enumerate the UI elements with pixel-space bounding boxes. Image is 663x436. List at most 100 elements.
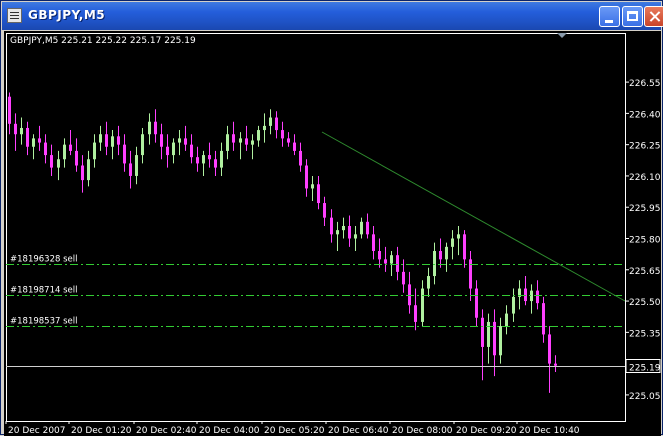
maximize-button[interactable] xyxy=(622,6,643,27)
candle-body xyxy=(160,134,163,147)
candle-body xyxy=(196,157,199,164)
candle-body xyxy=(257,130,260,141)
candle-body xyxy=(38,138,41,143)
candle-body xyxy=(50,155,53,168)
candle-body xyxy=(311,184,314,189)
candle-body xyxy=(451,238,454,247)
candle-body xyxy=(536,290,539,304)
candle-body xyxy=(275,117,278,131)
candle-body xyxy=(232,134,235,143)
window-title: GBPJPY,M5 xyxy=(28,8,106,22)
candle-body xyxy=(433,251,436,277)
chart-window-icon[interactable] xyxy=(7,8,22,23)
candle-body xyxy=(111,136,114,147)
candle-body xyxy=(336,230,339,235)
candle-body xyxy=(287,138,290,143)
candle-body xyxy=(63,144,66,160)
y-tick-label: 226.40 xyxy=(629,110,661,120)
close-button[interactable] xyxy=(644,6,663,27)
candle-body xyxy=(342,225,345,231)
candle-body xyxy=(512,296,515,314)
candle-body xyxy=(475,288,478,318)
order-label: #18198714 sell xyxy=(10,286,77,296)
candle-body xyxy=(57,159,60,168)
candle-body xyxy=(220,150,223,168)
candle-body xyxy=(105,134,108,147)
candle-body xyxy=(245,138,248,145)
candle-body xyxy=(505,313,508,327)
candle-body xyxy=(263,125,266,131)
candle-body xyxy=(202,155,205,164)
candle-body xyxy=(554,363,557,366)
candle-body xyxy=(366,221,369,235)
candle-body xyxy=(439,251,442,260)
candle-body xyxy=(135,155,138,176)
candle-body xyxy=(524,288,527,302)
chart-frame xyxy=(6,33,626,422)
candle-body xyxy=(299,150,302,166)
candle-body xyxy=(141,134,144,156)
candle-body xyxy=(148,121,151,135)
candle-body xyxy=(117,136,120,145)
y-tick-label: 226.10 xyxy=(629,173,661,183)
candle-body xyxy=(251,140,254,145)
candle-body xyxy=(87,159,90,181)
candle-body xyxy=(214,159,217,168)
candle-body xyxy=(8,96,11,124)
candle-body xyxy=(239,138,242,143)
y-tick-label: 225.80 xyxy=(629,236,661,246)
order-label: #18196328 sell xyxy=(10,255,77,265)
candle-body xyxy=(269,117,272,126)
minimize-icon xyxy=(605,20,613,23)
y-tick-label: 225.65 xyxy=(629,267,661,277)
candle-body xyxy=(317,184,320,204)
y-tick-label: 225.35 xyxy=(629,329,661,339)
chart-area[interactable]: GBPJPY,M5 225.21 225.22 225.17 225.19 226… xyxy=(4,31,661,436)
title-bar[interactable]: GBPJPY,M5 xyxy=(2,2,663,30)
candle-body xyxy=(14,123,17,135)
candle-body xyxy=(481,317,484,347)
candle-body xyxy=(281,130,284,139)
candle-body xyxy=(208,155,211,160)
price-chart[interactable]: GBPJPY,M5 225.21 225.22 225.17 225.19 226… xyxy=(4,31,661,436)
candle-body xyxy=(402,271,405,285)
candle-body xyxy=(414,305,417,322)
chart-window: GBPJPY,M5 GBPJPY,M5 225.21 225.22 225.17… xyxy=(0,0,663,436)
candle-body xyxy=(20,127,23,135)
candle-body xyxy=(81,165,84,181)
candle-body xyxy=(323,203,326,218)
candle-body xyxy=(421,288,424,322)
candle-body xyxy=(184,138,187,145)
candle-body xyxy=(178,138,181,143)
candle-body xyxy=(75,150,78,166)
candle-body xyxy=(360,221,363,235)
candle-body xyxy=(390,255,393,264)
candle-body xyxy=(305,165,308,189)
candle-body xyxy=(396,255,399,272)
y-tick-label: 225.95 xyxy=(629,204,661,214)
minimize-button[interactable] xyxy=(599,6,620,27)
chart-header-text: GBPJPY,M5 225.21 225.22 225.17 225.19 xyxy=(10,36,196,46)
y-tick-label: 226.55 xyxy=(629,79,661,89)
candle-body xyxy=(348,225,351,239)
candle-body xyxy=(427,276,430,289)
candle-body xyxy=(293,142,296,151)
candle-body xyxy=(487,321,490,347)
candle-body xyxy=(408,284,411,306)
y-tick-label: 226.25 xyxy=(629,142,661,152)
candle-body xyxy=(226,134,229,151)
candle-body xyxy=(129,163,132,176)
current-price-label: 225.19 xyxy=(629,364,661,374)
candle-body xyxy=(93,142,96,160)
candle-body xyxy=(44,142,47,156)
maximize-icon xyxy=(627,11,638,21)
candle-body xyxy=(32,138,35,147)
candle-body xyxy=(330,217,333,235)
candle-body xyxy=(457,234,460,239)
candle-body xyxy=(469,259,472,289)
candle-body xyxy=(384,259,387,264)
candle-body xyxy=(372,234,375,252)
candle-body xyxy=(499,326,502,356)
candle-body xyxy=(354,234,357,239)
y-tick-label: 225.05 xyxy=(629,392,661,402)
